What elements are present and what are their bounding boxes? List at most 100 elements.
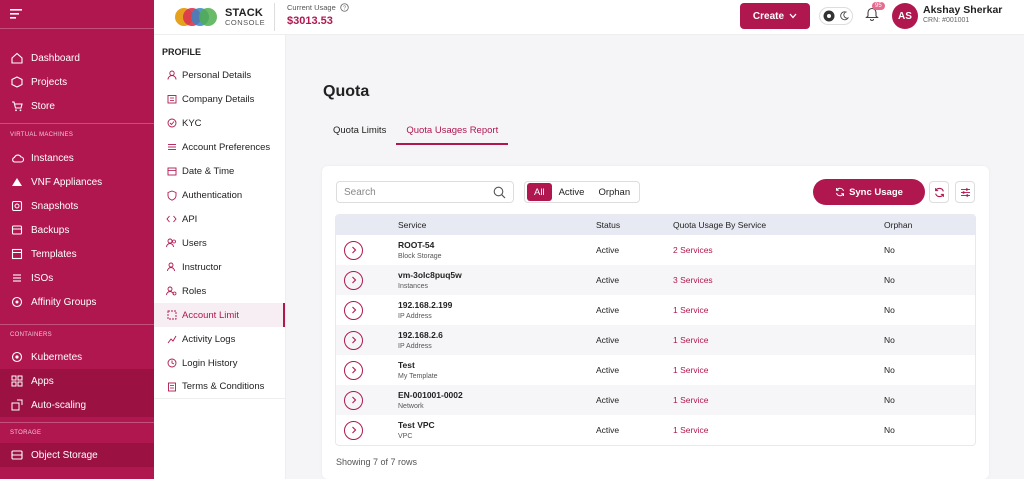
sidebar-item-templates[interactable]: Templates [0, 242, 154, 266]
profile-item-label: Authentication [182, 189, 243, 201]
column-header-status[interactable]: Status [596, 220, 673, 230]
profile-item-terms[interactable]: Terms & Conditions [154, 375, 285, 399]
svg-text:?: ? [343, 6, 346, 12]
sidebar-item-label: Templates [31, 248, 77, 260]
expand-row-button[interactable] [344, 390, 363, 410]
preferences-icon [166, 142, 177, 153]
logo[interactable]: STACK CONSOLE [174, 5, 265, 29]
profile-item-account-limit[interactable]: Account Limit [154, 303, 285, 327]
table-row[interactable]: 192.168.2.6 IP Address Active 1 Service N… [336, 325, 975, 355]
status-cell: Active [596, 365, 620, 375]
sidebar-item-kubernetes[interactable]: Kubernetes [0, 345, 154, 369]
table-row[interactable]: Test VPC VPC Active 1 Service No [336, 415, 975, 445]
sidebar-item-auto-scaling[interactable]: Auto-scaling [0, 393, 154, 417]
orphan-cell: No [884, 335, 895, 345]
hamburger-icon[interactable] [10, 9, 22, 19]
sidebar-item-affinity-groups[interactable]: Affinity Groups [0, 290, 154, 314]
column-settings-button[interactable] [955, 181, 975, 203]
profile-item-label: Roles [182, 285, 207, 297]
sidebar-item-object-storage[interactable]: Object Storage [0, 443, 154, 467]
sidebar-item-vnf[interactable]: VNF Appliances [0, 170, 154, 194]
service-name: 192.168.2.6 [398, 330, 443, 340]
expand-row-button[interactable] [344, 420, 363, 440]
create-button[interactable]: Create [740, 3, 810, 29]
filter-all[interactable]: All [527, 183, 552, 201]
sidebar-item-backups[interactable]: Backups [0, 218, 154, 242]
filter-active[interactable]: Active [552, 183, 592, 201]
profile-item-login-history[interactable]: Login History [154, 351, 285, 375]
sidebar-item-snapshots[interactable]: Snapshots [0, 194, 154, 218]
sidebar-item-store[interactable]: Store [0, 94, 154, 118]
quota-usage-link[interactable]: 1 Service [673, 365, 884, 375]
service-type: IP Address [398, 313, 432, 320]
refresh-button[interactable] [929, 181, 949, 203]
menu-toggle[interactable] [0, 0, 154, 28]
table-row[interactable]: EN-001001-0002 Network Active 1 Service N… [336, 385, 975, 415]
profile-item-kyc[interactable]: KYC [154, 111, 285, 135]
sidebar-item-dashboard[interactable]: Dashboard [0, 46, 154, 70]
sync-usage-button[interactable]: Sync Usage [813, 179, 925, 205]
profile-item-date-time[interactable]: Date & Time [154, 159, 285, 183]
profile-menu: PROFILE Personal Details Company Details… [154, 35, 286, 479]
sidebar-item-instances[interactable]: Instances [0, 146, 154, 170]
info-icon[interactable]: ? [340, 3, 349, 12]
cart-icon [10, 99, 24, 113]
terms-icon [166, 381, 177, 392]
table-row[interactable]: vm-3olc8puq5w Instances Active 3 Services… [336, 265, 975, 295]
chevron-right-icon [351, 276, 356, 284]
quota-usage-link[interactable]: 1 Service [673, 425, 884, 435]
quota-usage-link[interactable]: 1 Service [673, 395, 884, 405]
profile-item-personal-details[interactable]: Personal Details [154, 63, 285, 87]
sidebar-item-label: Auto-scaling [31, 399, 87, 411]
table-row[interactable]: 192.168.2.199 IP Address Active 1 Service… [336, 295, 975, 325]
sidebar-item-apps[interactable]: Apps [0, 369, 154, 393]
expand-row-button[interactable] [344, 300, 363, 320]
service-type: Instances [398, 283, 428, 290]
profile-item-roles[interactable]: Roles [154, 279, 285, 303]
chevron-right-icon [351, 396, 356, 404]
profile-item-label: Activity Logs [182, 333, 236, 345]
profile-item-activity-logs[interactable]: Activity Logs [154, 327, 285, 351]
column-header-quota-usage[interactable]: Quota Usage By Service [673, 220, 884, 230]
affinity-icon [10, 295, 24, 309]
expand-row-button[interactable] [344, 240, 363, 260]
profile-item-authentication[interactable]: Authentication [154, 183, 285, 207]
sidebar-item-isos[interactable]: ISOs [0, 266, 154, 290]
profile-item-api[interactable]: API [154, 207, 285, 231]
column-header-service[interactable]: Service [398, 220, 596, 230]
expand-row-button[interactable] [344, 360, 363, 380]
search-box[interactable]: Search [336, 181, 514, 203]
profile-item-label: Date & Time [182, 165, 235, 177]
row-count: Showing 7 of 7 rows [336, 457, 418, 467]
quota-usage-link[interactable]: 1 Service [673, 305, 884, 315]
theme-toggle[interactable] [819, 7, 853, 25]
moon-icon [840, 11, 849, 21]
orphan-cell: No [884, 305, 895, 315]
quota-usage-link[interactable]: 3 Services [673, 275, 884, 285]
filter-orphan[interactable]: Orphan [591, 183, 637, 201]
users-icon [166, 238, 177, 249]
tab-quota-limits[interactable]: Quota Limits [323, 123, 396, 145]
profile-item-users[interactable]: Users [154, 231, 285, 255]
column-header-orphan[interactable]: Orphan [884, 220, 964, 230]
cloud-icon [10, 151, 24, 165]
status-cell: Active [596, 395, 620, 405]
quota-usage-link[interactable]: 2 Services [673, 245, 884, 255]
sidebar-item-projects[interactable]: Projects [0, 70, 154, 94]
tab-quota-usages-report[interactable]: Quota Usages Report [396, 123, 509, 145]
service-name: 192.168.2.199 [398, 300, 453, 310]
profile-item-company-details[interactable]: Company Details [154, 87, 285, 111]
quota-usage-link[interactable]: 1 Service [673, 335, 884, 345]
table-row[interactable]: Test My Template Active 1 Service No [336, 355, 975, 385]
avatar[interactable]: AS [892, 3, 918, 29]
expand-row-button[interactable] [344, 330, 363, 350]
table-row[interactable]: ROOT-54 Block Storage Active 2 Services N… [336, 235, 975, 265]
profile-item-instructor[interactable]: Instructor [154, 255, 285, 279]
search-icon[interactable] [493, 186, 506, 199]
profile-item-account-preferences[interactable]: Account Preferences [154, 135, 285, 159]
search-input[interactable]: Search [344, 187, 376, 198]
user-info[interactable]: Akshay Sherkar CRN: #001001 [923, 4, 1002, 24]
chevron-right-icon [351, 336, 356, 344]
expand-row-button[interactable] [344, 270, 363, 290]
snapshot-icon [10, 199, 24, 213]
